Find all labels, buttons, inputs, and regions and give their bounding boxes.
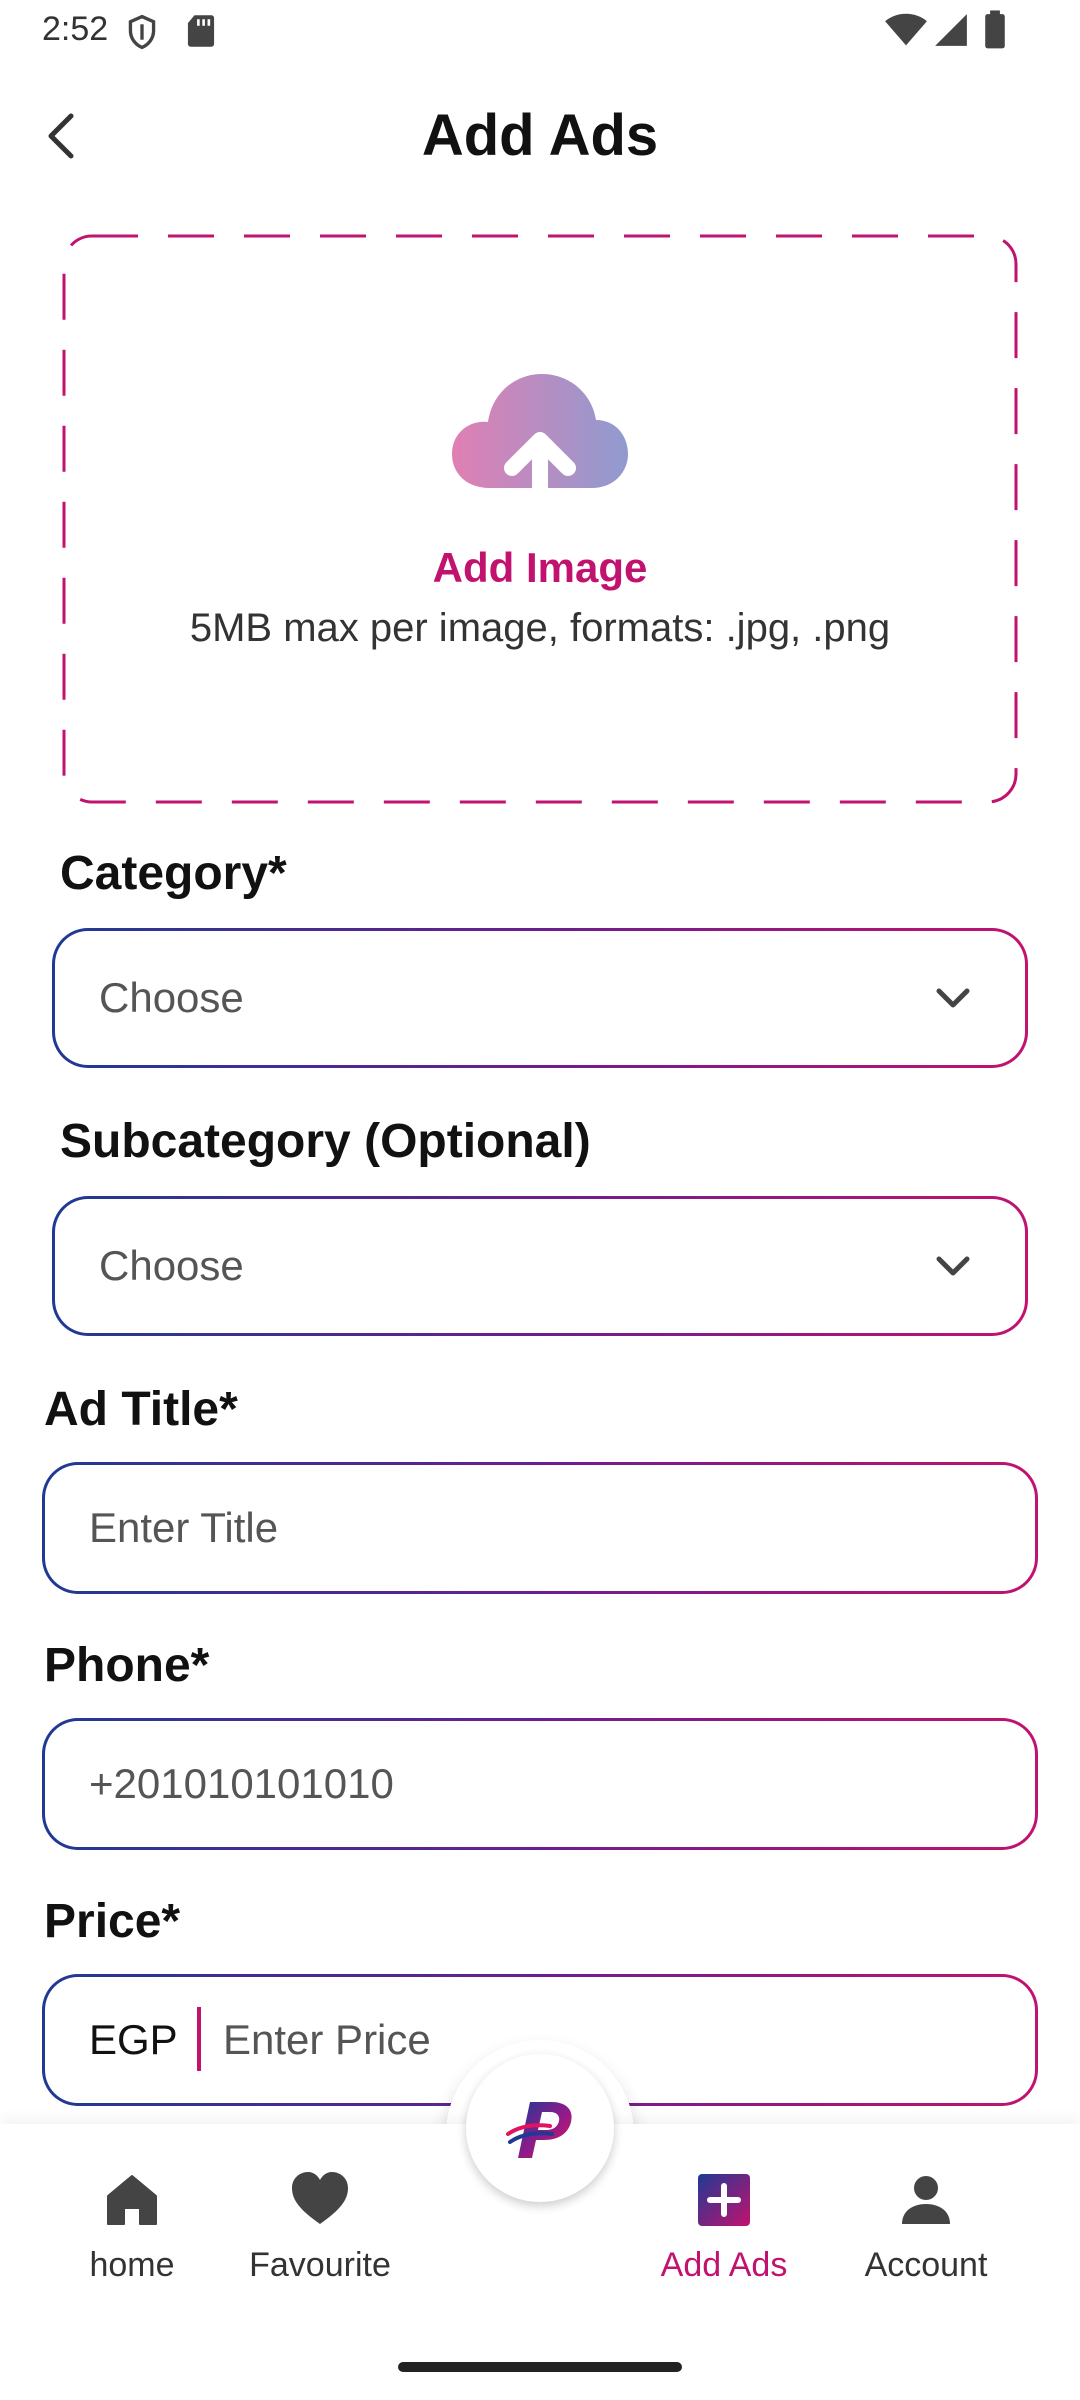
- status-bar: 2:52: [0, 0, 1080, 64]
- battery-icon: [985, 10, 1005, 49]
- category-dropdown[interactable]: Choose: [52, 928, 1028, 1068]
- logo-fab-button[interactable]: [466, 2054, 614, 2202]
- signal-icon: [935, 14, 967, 46]
- cloud-upload-icon: [452, 374, 628, 522]
- subcategory-value: Choose: [99, 1242, 244, 1289]
- ad-title-label: Ad Title*: [44, 1383, 238, 1436]
- category-label: Category*: [60, 847, 287, 900]
- subcategory-dropdown[interactable]: Choose: [52, 1196, 1028, 1336]
- person-icon: [902, 2176, 950, 2224]
- shield-icon: [128, 14, 156, 50]
- back-button[interactable]: [30, 100, 90, 172]
- category-value: Choose: [99, 974, 244, 1021]
- nav-add-ads[interactable]: Add Ads: [624, 2170, 824, 2300]
- phone-value: +201010101010: [89, 1760, 394, 1807]
- currency-divider: [197, 2007, 201, 2071]
- page-title: Add Ads: [421, 103, 659, 168]
- upload-hint: 5MB max per image, formats: .jpg, .png: [189, 606, 891, 650]
- nav-favourite[interactable]: Favourite: [220, 2170, 420, 2300]
- nav-favourite-label: Favourite: [249, 2246, 391, 2284]
- price-label: Price*: [44, 1895, 181, 1948]
- heart-icon: [292, 2172, 348, 2224]
- nav-account-label: Account: [864, 2246, 988, 2284]
- nav-account[interactable]: Account: [826, 2170, 1026, 2300]
- status-time: 2:52: [42, 10, 109, 48]
- currency-label: EGP: [89, 2016, 178, 2063]
- ad-title-input[interactable]: Enter Title: [42, 1462, 1038, 1594]
- sd-card-icon: [187, 15, 215, 47]
- ad-title-placeholder: Enter Title: [89, 1504, 279, 1551]
- image-upload-area[interactable]: Add Image 5MB max per image, formats: .j…: [62, 234, 1018, 804]
- add-image-label: Add Image: [432, 544, 648, 591]
- nav-add-ads-label: Add Ads: [660, 2246, 788, 2284]
- phone-label: Phone*: [44, 1639, 210, 1692]
- wifi-icon: [885, 13, 927, 46]
- home-indicator[interactable]: [398, 2362, 682, 2372]
- nav-home-label: home: [89, 2246, 175, 2284]
- chevron-left-icon: [48, 113, 74, 159]
- chevron-down-icon: [936, 988, 970, 1008]
- subcategory-label: Subcategory (Optional): [60, 1115, 591, 1168]
- add-square-icon: [698, 2174, 750, 2226]
- nav-home[interactable]: home: [32, 2170, 232, 2300]
- brand-logo-icon: [506, 2102, 572, 2158]
- phone-input[interactable]: +201010101010: [42, 1718, 1038, 1850]
- price-placeholder: Enter Price: [223, 2016, 431, 2063]
- chevron-down-icon: [936, 1256, 970, 1276]
- home-icon: [107, 2175, 157, 2225]
